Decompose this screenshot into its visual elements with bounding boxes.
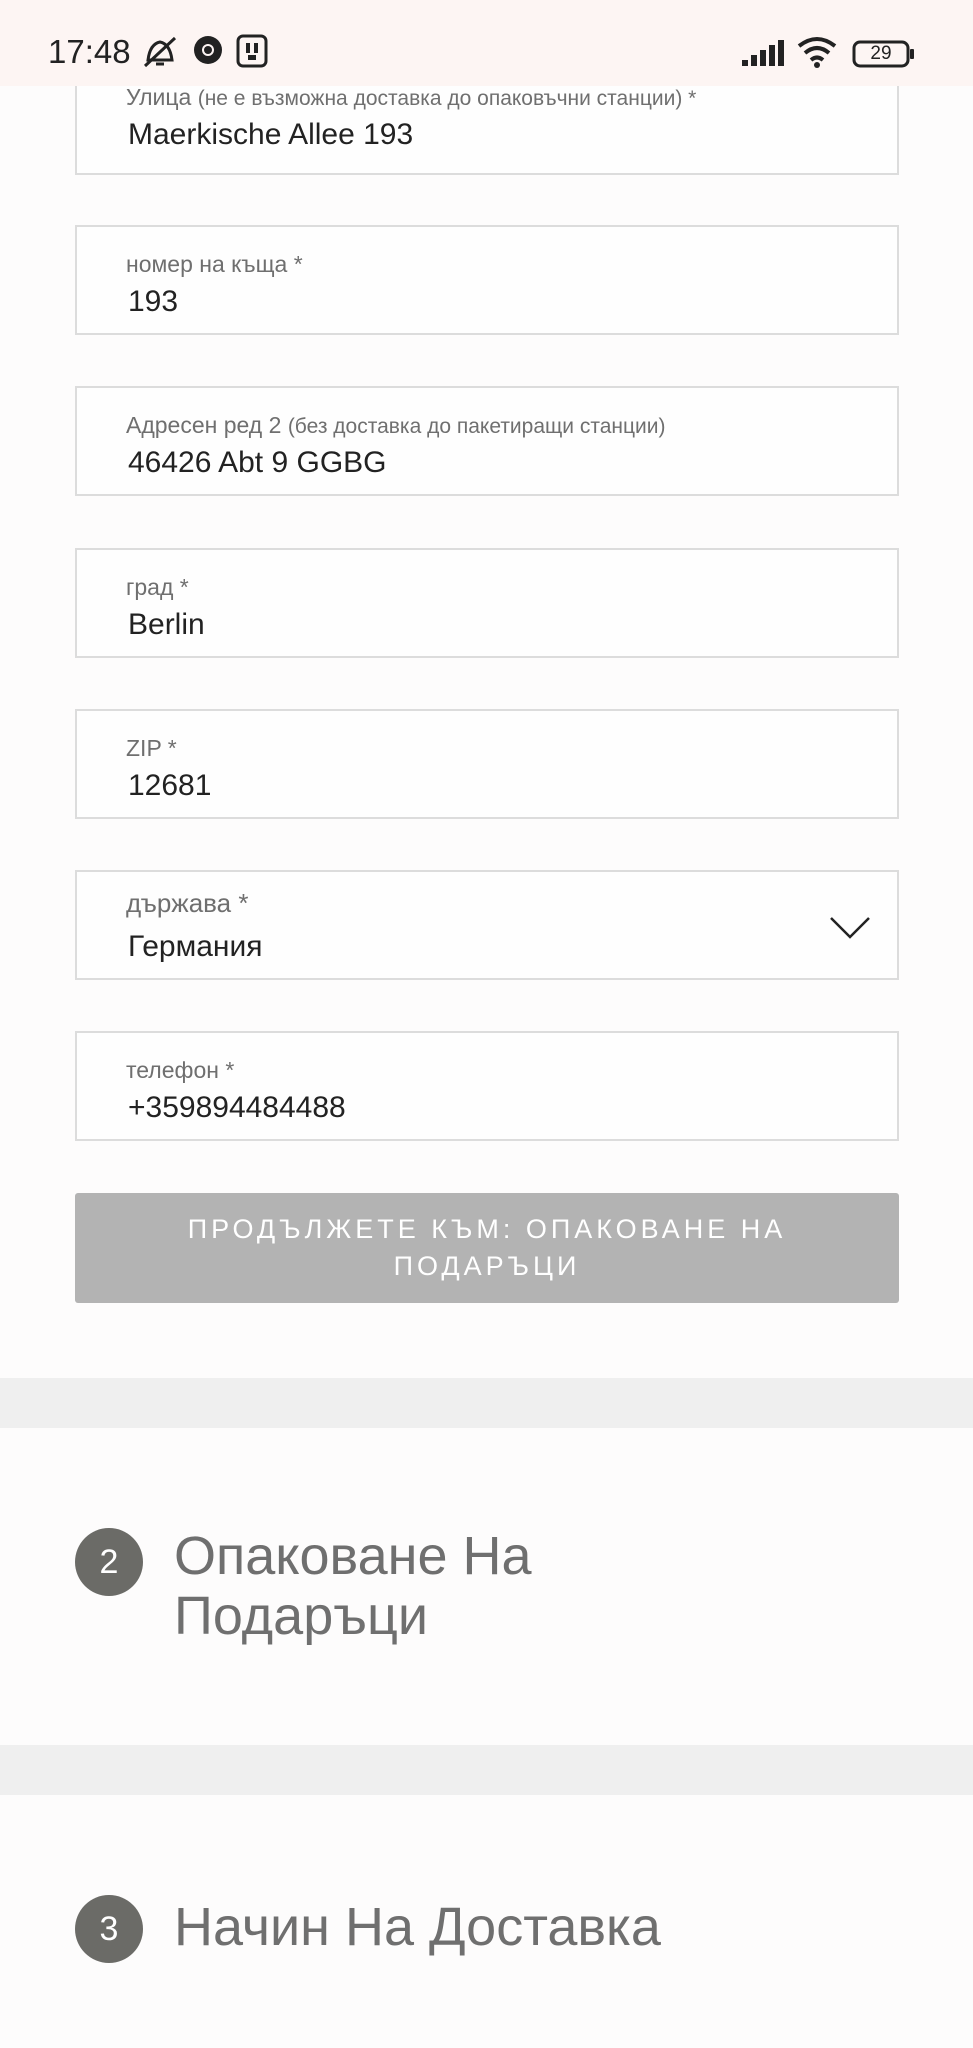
wifi-icon [796,36,838,73]
zip-label: ZIP * [126,735,177,761]
country-label: държава * [126,888,249,918]
continue-button[interactable]: ПРОДЪЛЖЕТЕ КЪМ: ОПАКОВАНЕ НА ПОДАРЪЦИ [75,1193,899,1303]
house-number-input[interactable]: 193 [128,285,178,319]
street-label-hint: (не е възможна доставка до опаковъчни ст… [197,87,697,110]
house-number-field[interactable]: номер на къща * 193 [75,225,899,335]
zip-field[interactable]: ZIP * 12681 [75,709,899,819]
street-field[interactable]: Улица (не е възможна доставка до опаковъ… [75,82,899,175]
chevron-down-icon[interactable] [829,916,871,945]
status-bar: 17:48 29 [0,0,973,86]
step-title: Опаковане На Подаръци [174,1526,532,1646]
street-label: Улица (не е възможна доставка до опаковъ… [126,84,696,111]
house-number-label: номер на къща * [126,251,303,277]
address-line2-label: Адресен ред 2 (без доставка до пакетиращ… [126,412,666,439]
app-icon [236,34,268,73]
street-input[interactable]: Maerkische Allee 193 [128,118,413,152]
alarm-off-icon [140,34,180,75]
step-title: Начин На Доставка [174,1897,661,1957]
phone-field[interactable]: телефон * +359894484488 [75,1031,899,1141]
step-title-line2: Подаръци [174,1586,429,1646]
city-field[interactable]: град * Berlin [75,548,899,658]
signal-icon [740,38,786,73]
battery-level: 29 [870,43,892,64]
country-value[interactable]: Германия [128,930,263,964]
chrome-icon [192,34,224,71]
country-select[interactable]: държава * Германия [75,870,899,980]
street-label-text: Улица [126,84,192,110]
section-divider [0,1745,973,1795]
step-title-line1: Опаковане На [174,1526,532,1586]
city-input[interactable]: Berlin [128,608,205,642]
step-number-badge: 2 [75,1528,143,1596]
address-line2-label-text: Адресен ред 2 [126,412,282,438]
address-line2-field[interactable]: Адресен ред 2 (без доставка до пакетиращ… [75,386,899,496]
address-line2-input[interactable]: 46426 Abt 9 GGBG [128,446,387,480]
status-time: 17:48 [48,33,131,70]
section-divider [0,1378,973,1428]
zip-input[interactable]: 12681 [128,769,211,803]
address-line2-label-hint: (без доставка до пакетиращи станции) [287,415,666,438]
step-number-badge: 3 [75,1895,143,1963]
city-label: град * [126,574,189,600]
phone-label: телефон * [126,1057,235,1083]
phone-input[interactable]: +359894484488 [128,1091,346,1125]
